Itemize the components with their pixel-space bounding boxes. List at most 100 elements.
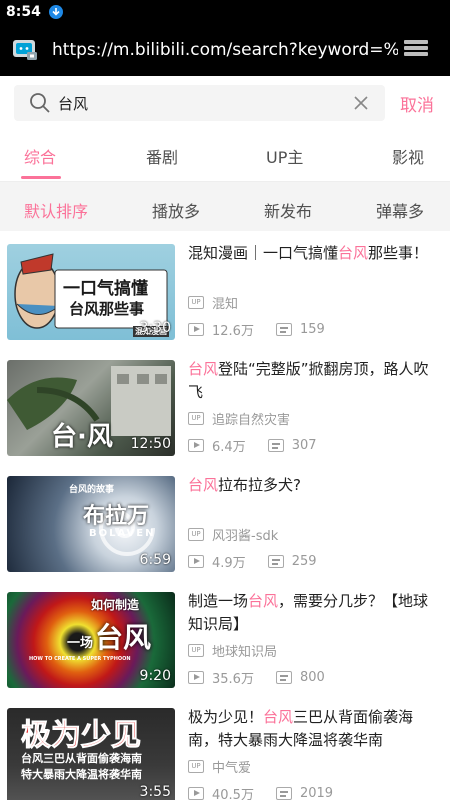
- video-title[interactable]: 混知漫画｜一口气搞懂台风那些事！: [188, 242, 443, 265]
- video-duration: 9:20: [139, 668, 171, 684]
- video-thumbnail[interactable]: 台·风 12:50: [7, 360, 175, 456]
- uploader-line[interactable]: UP 风羽酱-sdk: [188, 525, 278, 544]
- uploader-name: 中气爱: [212, 761, 252, 776]
- video-title[interactable]: 台风登陆“完整版”掀翻房顶，路人吹飞: [188, 358, 443, 404]
- category-tabs: 综合 番剧 UP主 影视: [0, 130, 450, 180]
- play-count-icon: [188, 439, 204, 452]
- keyword-highlight: 台风: [263, 708, 294, 726]
- uploader-name: 追踪自然灾害: [212, 413, 291, 428]
- up-badge-icon: UP: [188, 760, 204, 773]
- status-time: 8:54: [6, 4, 41, 20]
- video-thumbnail[interactable]: 台风的故事 布拉万 BOLAVEN 6:59: [7, 476, 175, 572]
- keyword-highlight: 台风: [248, 592, 279, 610]
- uploader-line[interactable]: UP 混知: [188, 293, 238, 312]
- play-count: 6.4万: [212, 440, 246, 455]
- video-stats: 12.6万 159: [188, 320, 325, 339]
- thumbnail-caption: 一口气搞懂: [63, 279, 148, 299]
- danmaku-icon: [267, 555, 284, 568]
- result-item[interactable]: 台风的故事 布拉万 BOLAVEN 6:59 台风拉布拉多犬? UP 风羽酱-sd…: [0, 464, 450, 580]
- thumbnail-caption: 极为少见: [21, 718, 142, 754]
- tab-bangumi[interactable]: 番剧: [146, 144, 178, 168]
- video-thumbnail[interactable]: 极为少见 台风三巴从背面偷袭海南 特大暴雨大降温将袭华南 3:55: [7, 708, 175, 800]
- video-duration: 3:55: [139, 784, 171, 800]
- play-count-icon: [188, 787, 204, 800]
- sort-most-danmaku[interactable]: 弹幕多: [376, 198, 424, 222]
- uploader-line[interactable]: UP 追踪自然灾害: [188, 409, 290, 428]
- thumbnail-caption: 台风三巴从背面偷袭海南: [21, 752, 142, 765]
- tab-uploader[interactable]: UP主: [266, 144, 303, 168]
- url-field[interactable]: https://m.bilibili.com/search?keyword=%E…: [52, 40, 398, 60]
- video-thumbnail[interactable]: 一口气搞懂 台风那些事 混知漫画 3:30: [7, 244, 175, 340]
- result-item[interactable]: 极为少见 台风三巴从背面偷袭海南 特大暴雨大降温将袭华南 3:55 极为少见！台…: [0, 696, 450, 800]
- thumbnail-caption: 如何制造: [91, 598, 140, 612]
- danmaku-icon: [275, 671, 292, 684]
- thumbnail-caption: 台·风: [51, 422, 113, 452]
- search-query: 台风: [58, 94, 89, 113]
- sort-most-played[interactable]: 播放多: [152, 198, 200, 222]
- thumbnail-caption: HOW TO CREATE A SUPER TYPHOON: [29, 656, 131, 662]
- sort-default[interactable]: 默认排序: [24, 198, 88, 222]
- danmaku-icon: [275, 787, 292, 800]
- up-badge-icon: UP: [188, 528, 204, 541]
- uploader-name: 风羽酱-sdk: [212, 529, 279, 544]
- play-count: 35.6万: [212, 672, 254, 687]
- result-item[interactable]: 如何制造 一场 台风 HOW TO CREATE A SUPER TYPHOON…: [0, 580, 450, 696]
- thumbnail-caption: 一场: [67, 636, 94, 651]
- thumbnail-caption: 台风的故事: [69, 485, 115, 495]
- clear-icon[interactable]: [351, 93, 371, 113]
- uploader-line[interactable]: UP 中气爱: [188, 757, 251, 776]
- play-count: 4.9万: [212, 556, 246, 571]
- video-stats: 6.4万 307: [188, 436, 317, 455]
- danmaku-count: 159: [299, 322, 325, 337]
- video-duration: 12:50: [130, 436, 171, 452]
- sort-newest[interactable]: 新发布: [264, 198, 312, 222]
- video-thumbnail[interactable]: 如何制造 一场 台风 HOW TO CREATE A SUPER TYPHOON…: [7, 592, 175, 688]
- danmaku-count: 259: [291, 554, 317, 569]
- video-title[interactable]: 极为少见！台风三巴从背面偷袭海南，特大暴雨大降温将袭华南: [188, 706, 443, 752]
- play-count-icon: [188, 671, 204, 684]
- search-icon: [28, 91, 52, 115]
- search-results: 一口气搞懂 台风那些事 混知漫画 3:30 混知漫画｜一口气搞懂台风那些事！ U…: [0, 232, 450, 800]
- cancel-button[interactable]: 取消: [400, 91, 434, 116]
- tabs-icon[interactable]: [404, 40, 430, 60]
- video-stats: 4.9万 259: [188, 552, 317, 571]
- thumbnail-caption: 台风: [95, 621, 152, 654]
- play-count-icon: [188, 323, 204, 336]
- tab-film[interactable]: 影视: [392, 144, 424, 168]
- danmaku-count: 307: [291, 438, 317, 453]
- thumbnail-caption: 台风那些事: [69, 300, 145, 318]
- video-title[interactable]: 制造一场台风，需要分几步？【地球知识局】: [188, 590, 443, 636]
- video-title[interactable]: 台风拉布拉多犬?: [188, 474, 443, 497]
- keyword-highlight: 台风: [188, 360, 219, 378]
- thumbnail-caption: BOLAVEN: [89, 528, 156, 539]
- uploader-name: 混知: [212, 297, 239, 312]
- thumbnail-caption: 布拉万: [83, 504, 150, 529]
- danmaku-count: 800: [299, 670, 325, 685]
- danmaku-count: 2019: [299, 786, 334, 800]
- download-icon: [48, 5, 63, 19]
- play-count-icon: [188, 555, 204, 568]
- search-row: 台风 取消: [0, 76, 450, 130]
- active-tab-indicator: [21, 176, 61, 179]
- uploader-line[interactable]: UP 地球知识局: [188, 641, 277, 660]
- thumbnail-caption: 特大暴雨大降温将袭华南: [21, 768, 142, 781]
- uploader-name: 地球知识局: [212, 645, 278, 660]
- play-count: 12.6万: [212, 324, 254, 339]
- tab-all[interactable]: 综合: [24, 144, 56, 168]
- up-badge-icon: UP: [188, 412, 204, 425]
- danmaku-icon: [267, 439, 284, 452]
- search-input[interactable]: 台风: [14, 85, 385, 121]
- keyword-highlight: 台风: [338, 244, 369, 262]
- video-stats: 40.5万 2019: [188, 784, 333, 800]
- danmaku-icon: [275, 323, 292, 336]
- status-bar: 8:54: [0, 0, 450, 24]
- result-item[interactable]: 一口气搞懂 台风那些事 混知漫画 3:30 混知漫画｜一口气搞懂台风那些事！ U…: [0, 232, 450, 348]
- video-stats: 35.6万 800: [188, 668, 325, 687]
- video-duration: 3:30: [139, 320, 171, 336]
- play-count: 40.5万: [212, 788, 254, 800]
- bilibili-site-icon[interactable]: [12, 39, 38, 61]
- result-item[interactable]: 台·风 12:50 台风登陆“完整版”掀翻房顶，路人吹飞 UP 追踪自然灾害 6.…: [0, 348, 450, 464]
- keyword-highlight: 台风: [188, 476, 219, 494]
- browser-toolbar: https://m.bilibili.com/search?keyword=%E…: [0, 24, 450, 76]
- up-badge-icon: UP: [188, 296, 204, 309]
